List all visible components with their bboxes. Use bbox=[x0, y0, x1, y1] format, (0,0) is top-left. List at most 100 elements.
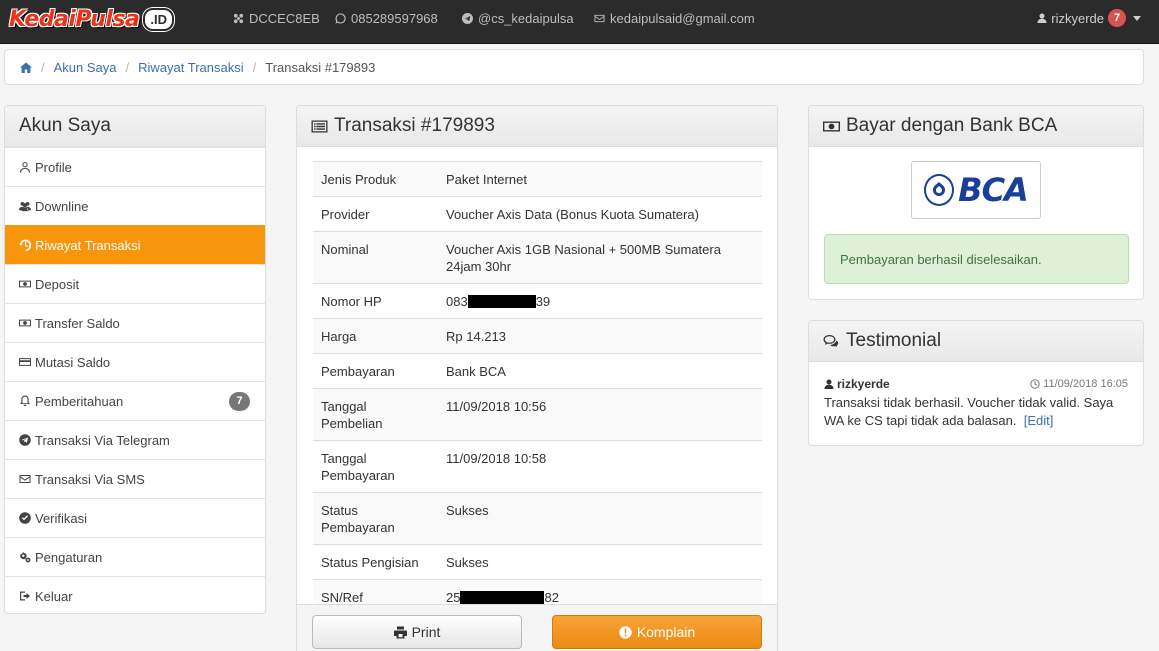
bca-logo-text: BCA bbox=[958, 171, 1029, 209]
print-button[interactable]: Print bbox=[312, 615, 522, 649]
komplain-label: Komplain bbox=[636, 624, 696, 640]
sidebar-title: Akun Saya bbox=[5, 106, 265, 147]
credit-card-icon bbox=[19, 358, 31, 366]
sidebar-item-transfer-saldo[interactable]: Transfer Saldo bbox=[5, 303, 265, 342]
user-icon bbox=[20, 162, 30, 173]
sidebar-item-sms[interactable]: Transaksi Via SMS bbox=[5, 459, 265, 498]
testimonial-user: rizkyerde bbox=[824, 377, 890, 391]
nav-email[interactable]: kedaipulsaid@gmail.com bbox=[594, 11, 755, 26]
payment-panel: Bayar dengan Bank BCA BCA Pembayaran ber… bbox=[808, 105, 1144, 300]
nav-pin[interactable]: DCCEC8EB bbox=[233, 11, 320, 26]
bca-logo: BCA bbox=[911, 161, 1041, 219]
exclamation-circle-icon bbox=[619, 625, 632, 639]
testimonial-edit-link[interactable]: [Edit] bbox=[1024, 413, 1054, 428]
row-value: Sukses bbox=[438, 544, 762, 580]
sidebar-item-label: Pemberitahuan bbox=[35, 393, 124, 409]
envelope-icon bbox=[19, 475, 31, 483]
transaction-footer: Print Komplain bbox=[297, 604, 777, 651]
comments-icon bbox=[823, 334, 839, 347]
sidebar-item-pemberitahuan[interactable]: Pemberitahuan 7 bbox=[5, 381, 265, 420]
payment-title: Bayar dengan Bank BCA bbox=[809, 106, 1143, 147]
sidebar-item-pengaturan[interactable]: Pengaturan bbox=[5, 537, 265, 576]
payment-success-text: Pembayaran berhasil diselesaikan. bbox=[840, 251, 1042, 267]
envelope-icon bbox=[594, 14, 605, 23]
sidebar-title-text: Akun Saya bbox=[19, 115, 111, 136]
sidebar-item-keluar[interactable]: Keluar bbox=[5, 576, 265, 613]
sidebar-item-mutasi-saldo[interactable]: Mutasi Saldo bbox=[5, 342, 265, 381]
bbm-icon bbox=[233, 13, 244, 24]
payment-success-alert: Pembayaran berhasil diselesaikan. bbox=[824, 234, 1129, 284]
logo-text: KedaiPulsa bbox=[9, 6, 140, 32]
sidebar-item-label: Transaksi Via SMS bbox=[35, 471, 145, 487]
row-label: Tanggal Pembayaran bbox=[313, 440, 438, 493]
row-value: Voucher Axis Data (Bonus Kuota Sumatera) bbox=[438, 196, 762, 232]
home-icon[interactable] bbox=[20, 62, 32, 73]
money-icon bbox=[19, 280, 31, 288]
sidebar-item-label: Transaksi Via Telegram bbox=[35, 432, 170, 448]
whatsapp-icon bbox=[335, 13, 346, 24]
table-row: Pembayaran Bank BCA bbox=[313, 353, 762, 389]
cogs-icon bbox=[19, 552, 31, 563]
sidebar-item-label: Keluar bbox=[35, 588, 73, 604]
row-value: Paket Internet bbox=[438, 161, 762, 197]
sidebar-item-label: Deposit bbox=[35, 276, 80, 292]
logo-badge: .ID bbox=[143, 7, 175, 31]
row-label: Harga bbox=[313, 318, 438, 354]
transaction-panel: Transaksi #179893 Jenis Produk Paket Inte… bbox=[296, 105, 778, 651]
sidebar-item-verifikasi[interactable]: Verifikasi bbox=[5, 498, 265, 537]
row-label: Provider bbox=[313, 196, 438, 232]
top-navbar: KedaiPulsa .ID DCCEC8EB 085289597968 @cs… bbox=[0, 0, 1159, 44]
bell-icon bbox=[20, 395, 30, 407]
sidebar-panel: Akun Saya Profile Downline Riwayat Trans… bbox=[4, 105, 266, 614]
site-logo[interactable]: KedaiPulsa .ID bbox=[9, 6, 175, 32]
sidebar-item-riwayat-transaksi[interactable]: Riwayat Transaksi bbox=[5, 225, 265, 264]
sign-out-icon bbox=[20, 591, 30, 601]
table-row: Tanggal Pembayaran 11/09/2018 10:58 bbox=[313, 440, 762, 493]
value-prefix: 25 bbox=[446, 590, 461, 605]
breadcrumb: / Akun Saya / Riwayat Transaksi / Transa… bbox=[4, 49, 1144, 85]
table-row: Status Pengisian Sukses bbox=[313, 544, 762, 580]
redaction-bar bbox=[460, 591, 545, 604]
user-icon bbox=[824, 379, 834, 389]
notification-badge: 7 bbox=[1108, 9, 1126, 27]
sidebar-item-label: Transfer Saldo bbox=[35, 315, 120, 331]
bca-emblem-icon bbox=[924, 174, 955, 206]
row-label: Nominal bbox=[313, 231, 438, 284]
table-row: Status Pembayaran Sukses bbox=[313, 492, 762, 545]
testimonial-body: Transaksi tidak berhasil. Voucher tidak … bbox=[824, 394, 1129, 430]
nav-telegram[interactable]: @cs_kedaipulsa bbox=[462, 11, 574, 26]
sidebar-item-label: Pengaturan bbox=[35, 549, 103, 565]
sidebar-item-deposit[interactable]: Deposit bbox=[5, 264, 265, 303]
sidebar-item-downline[interactable]: Downline bbox=[5, 186, 265, 225]
breadcrumb-riwayat-transaksi[interactable]: Riwayat Transaksi bbox=[138, 60, 243, 75]
row-label: Pembayaran bbox=[313, 353, 438, 389]
breadcrumb-akun-saya[interactable]: Akun Saya bbox=[54, 60, 117, 75]
sidebar-item-label: Profile bbox=[35, 159, 72, 175]
row-value: Voucher Axis 1GB Nasional + 500MB Sumate… bbox=[438, 231, 762, 284]
row-label: Jenis Produk bbox=[313, 161, 438, 197]
nav-pin-text: DCCEC8EB bbox=[249, 11, 320, 26]
table-row: Nominal Voucher Axis 1GB Nasional + 500MB… bbox=[313, 231, 762, 284]
table-row: Tanggal Pembelian 11/09/2018 10:56 bbox=[313, 388, 762, 441]
sidebar-item-profile[interactable]: Profile bbox=[5, 147, 265, 186]
nav-whatsapp[interactable]: 085289597968 bbox=[335, 11, 438, 26]
sidebar-item-telegram[interactable]: Transaksi Via Telegram bbox=[5, 420, 265, 459]
table-row: Jenis Produk Paket Internet bbox=[313, 161, 762, 197]
users-icon bbox=[19, 201, 31, 212]
table-row: Harga Rp 14.213 bbox=[313, 318, 762, 354]
sidebar-item-label: Riwayat Transaksi bbox=[35, 237, 141, 253]
value-suffix: 39 bbox=[535, 294, 551, 309]
table-row: Provider Voucher Axis Data (Bonus Kuota S… bbox=[313, 196, 762, 232]
telegram-icon bbox=[462, 13, 473, 24]
komplain-button[interactable]: Komplain bbox=[552, 615, 762, 649]
user-menu[interactable]: rizkyerde 7 bbox=[1037, 9, 1141, 27]
money-icon bbox=[19, 319, 31, 327]
check-circle-icon bbox=[19, 512, 31, 524]
value-suffix: 82 bbox=[544, 590, 559, 605]
sidebar-item-label: Downline bbox=[35, 198, 89, 214]
row-value: 11/09/2018 10:56 bbox=[438, 388, 762, 441]
nav-whatsapp-text: 085289597968 bbox=[351, 11, 438, 26]
testimonial-title: Testimonial bbox=[809, 321, 1143, 362]
sidebar-item-label: Mutasi Saldo bbox=[35, 354, 111, 370]
telegram-icon bbox=[19, 434, 31, 446]
